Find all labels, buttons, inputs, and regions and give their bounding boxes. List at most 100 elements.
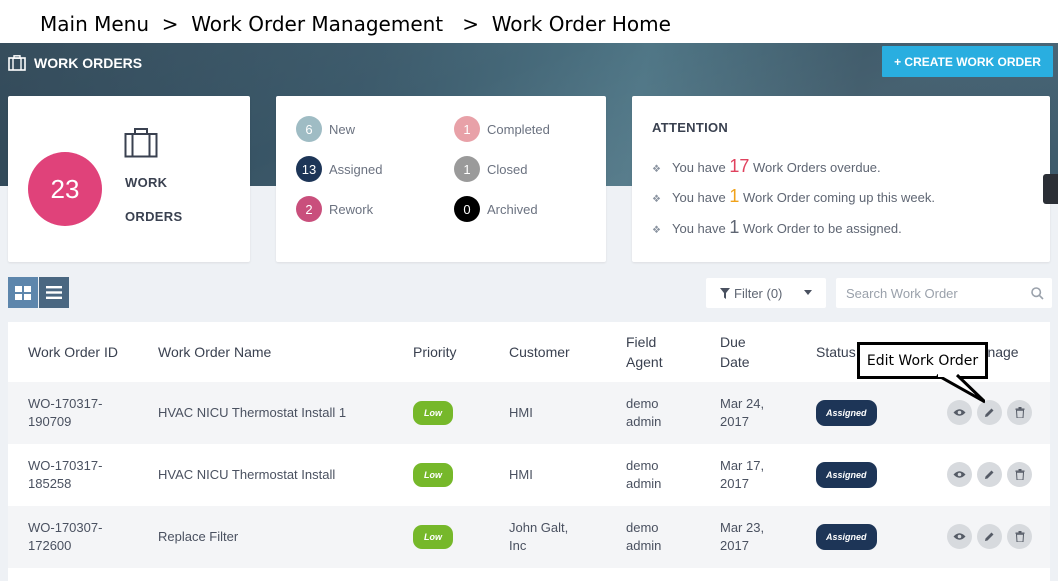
- diamond-bullet-icon: ❖: [652, 225, 661, 236]
- col-header-customer[interactable]: Customer: [509, 322, 570, 382]
- grid-view-button[interactable]: [8, 277, 38, 308]
- cell-text: admin: [626, 414, 662, 429]
- col-header-status[interactable]: Status: [816, 322, 856, 382]
- cell-priority: Low: [413, 506, 453, 568]
- stat-label: New: [329, 121, 356, 137]
- create-work-order-button[interactable]: + CREATE WORK ORDER: [882, 46, 1053, 77]
- cell-due: Mar 23, 2017: [720, 506, 764, 568]
- col-header-agent[interactable]: Field Agent: [626, 322, 663, 382]
- cell-due: Mar 17, 2017: [720, 444, 764, 506]
- cell-text: demo: [626, 458, 659, 473]
- stat-count: 1: [454, 116, 480, 142]
- cell-agent: demo admin: [626, 506, 661, 568]
- filter-dropdown[interactable]: Filter (0): [706, 278, 826, 308]
- priority-badge: Low: [413, 401, 453, 425]
- cell-due: Mar 24, 2017: [720, 382, 764, 444]
- attention-text: Work Order to be assigned.: [739, 221, 902, 236]
- work-order-app: WORK ORDERS + CREATE WORK ORDER 23 WORK …: [0, 43, 1058, 581]
- stat-completed[interactable]: 1 Completed: [454, 116, 550, 142]
- cell-status: Assigned: [816, 506, 877, 568]
- cell-text: HMI: [509, 405, 533, 420]
- cell-customer: HMI: [509, 444, 533, 506]
- search-icon[interactable]: [1031, 287, 1044, 300]
- cell-name[interactable]: Replace Filter: [158, 506, 238, 568]
- delete-button[interactable]: [1007, 462, 1032, 487]
- attention-title: ATTENTION: [652, 120, 729, 135]
- breadcrumb: Main Menu > Work Order Management > Work…: [0, 0, 1058, 43]
- cell-text: Mar 17,: [720, 458, 765, 473]
- attention-text: You have: [672, 160, 730, 175]
- cell-text: Mar 24,: [720, 396, 765, 411]
- cell-id: WO-170307- 172600: [28, 506, 102, 568]
- attention-unassigned[interactable]: ❖ You have 1 Work Order to be assigned.: [652, 217, 902, 238]
- pencil-icon: [985, 470, 994, 479]
- stat-count: 6: [296, 116, 322, 142]
- cell-priority: Low: [413, 382, 453, 444]
- cell-agent: demo admin: [626, 382, 661, 444]
- stat-count: 1: [454, 156, 480, 182]
- col-header-name[interactable]: Work Order Name: [158, 322, 271, 382]
- side-panel-toggle[interactable]: [1043, 174, 1058, 204]
- filter-icon: [720, 287, 730, 299]
- stat-label: Archived: [487, 201, 538, 217]
- status-badge: Assigned: [816, 400, 877, 426]
- cell-text: WO-170317-: [28, 396, 103, 411]
- cell-text: HMI: [509, 467, 533, 482]
- cell-text: 2017: [720, 414, 749, 429]
- cell-agent: demo admin: [626, 444, 661, 506]
- attention-text: You have: [672, 221, 730, 236]
- view-button[interactable]: [947, 524, 972, 549]
- priority-badge: Low: [413, 463, 453, 487]
- delete-button[interactable]: [1007, 400, 1032, 425]
- cell-text: John Galt,: [509, 520, 569, 535]
- view-button[interactable]: [947, 462, 972, 487]
- stat-archived[interactable]: 0 Archived: [454, 196, 538, 222]
- list-view-icon: [46, 286, 62, 299]
- view-toggle-group: [8, 277, 69, 308]
- attention-text: You have: [672, 190, 730, 205]
- cell-text: 190709: [28, 414, 72, 429]
- stat-assigned[interactable]: 13 Assigned: [296, 156, 382, 182]
- search-input[interactable]: [836, 278, 1052, 308]
- pencil-icon: [985, 408, 994, 417]
- list-view-button[interactable]: [39, 277, 69, 308]
- cell-text: 2017: [720, 476, 749, 491]
- attention-count: 1: [729, 186, 740, 206]
- cell-text: admin: [626, 476, 662, 491]
- search-box: [836, 278, 1052, 308]
- status-badge: Assigned: [816, 524, 877, 550]
- stat-rework[interactable]: 2 Rework: [296, 196, 373, 222]
- col-header-id[interactable]: Work Order ID: [28, 322, 118, 382]
- total-label-line2: ORDERS: [125, 209, 183, 224]
- table-row[interactable]: WO-170317- 185258 HVAC NICU Thermostat I…: [8, 444, 1050, 506]
- eye-icon: [953, 471, 966, 478]
- cell-text: WO-170307-: [28, 520, 103, 535]
- attention-overdue[interactable]: ❖ You have 17 Work Orders overdue.: [652, 156, 881, 177]
- status-badge: Assigned: [816, 462, 877, 488]
- cell-text: demo: [626, 396, 659, 411]
- attention-upcoming[interactable]: ❖ You have 1 Work Order coming up this w…: [652, 186, 935, 207]
- edit-button[interactable]: [977, 524, 1002, 549]
- pencil-icon: [985, 532, 994, 541]
- edit-button[interactable]: [977, 462, 1002, 487]
- stat-label: Closed: [487, 161, 528, 177]
- eye-icon: [953, 533, 966, 540]
- cell-id: WO-170317- 185258: [28, 444, 102, 506]
- delete-button[interactable]: [1007, 524, 1032, 549]
- cell-text: Mar 23,: [720, 520, 765, 535]
- attention-card: ATTENTION ❖ You have 17 Work Orders over…: [632, 96, 1050, 262]
- table-row[interactable]: WO-170307- 172600 Replace Filter Low Joh…: [8, 506, 1050, 568]
- stat-closed[interactable]: 1 Closed: [454, 156, 527, 182]
- cell-text: 172600: [28, 538, 72, 553]
- col-header-due[interactable]: Due Date: [720, 322, 750, 382]
- stat-label: Assigned: [329, 161, 383, 177]
- cell-name[interactable]: HVAC NICU Thermostat Install 1: [158, 382, 346, 444]
- cell-name[interactable]: HVAC NICU Thermostat Install: [158, 444, 335, 506]
- stat-new[interactable]: 6 New: [296, 116, 355, 142]
- briefcase-icon: [8, 55, 26, 71]
- stat-label: Completed: [487, 121, 550, 137]
- priority-badge: Low: [413, 525, 453, 549]
- chevron-down-icon: [804, 290, 812, 295]
- table-row[interactable]: WO-170317- 190709 HVAC NICU Thermostat I…: [8, 382, 1050, 444]
- col-header-priority[interactable]: Priority: [413, 322, 457, 382]
